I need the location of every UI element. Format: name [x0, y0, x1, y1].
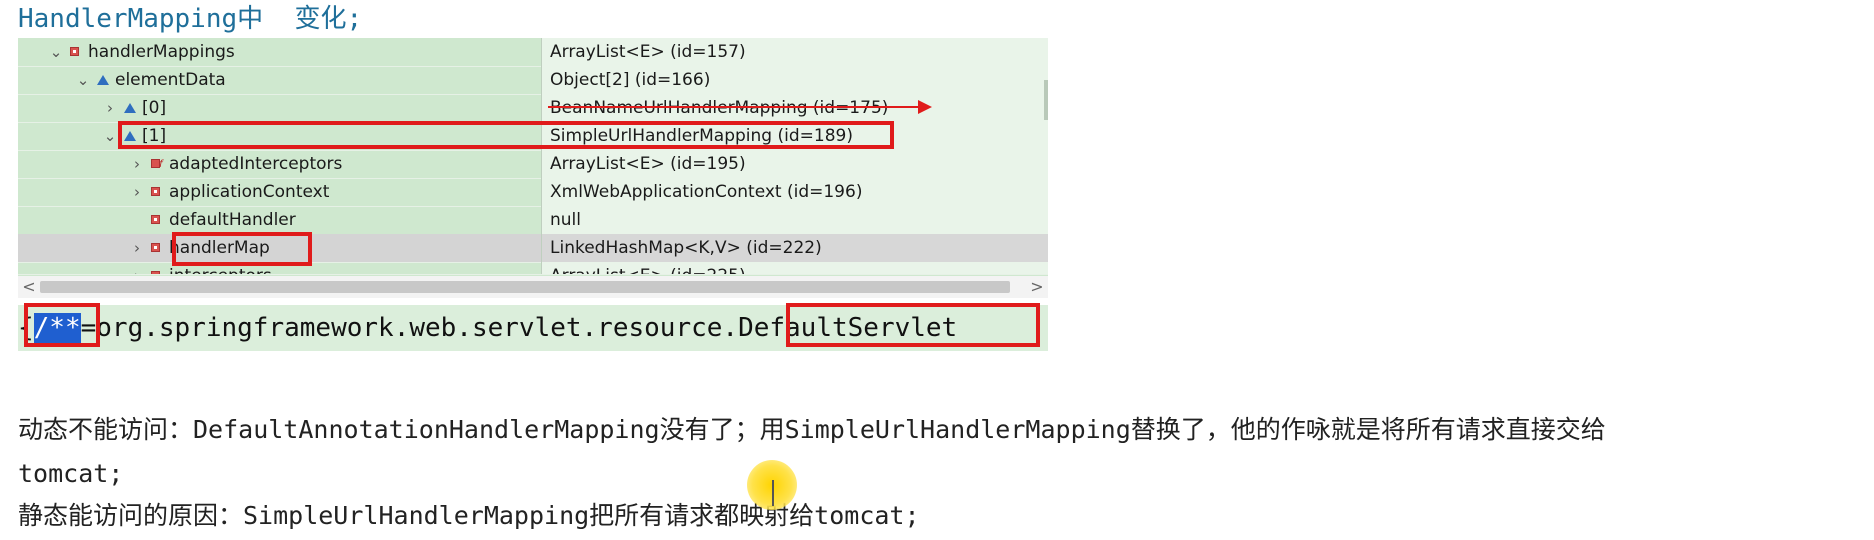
tree-row-name: [0]	[142, 98, 167, 118]
tree-row[interactable]: › applicationContext XmlWebApplicationCont…	[18, 178, 1048, 207]
tree-row-name-cell[interactable]: defaultHandler	[18, 206, 540, 234]
annotation-arrow-icon	[918, 100, 932, 114]
chevron-down-icon[interactable]: ⌄	[75, 66, 91, 94]
tree-row-value: XmlWebApplicationContext (id=196)	[541, 178, 1048, 206]
tree-row-name-cell[interactable]: › adaptedInterceptors	[18, 150, 540, 179]
tree-row-name: handlerMappings	[88, 42, 235, 62]
horizontal-scrollbar[interactable]: < >	[18, 276, 1048, 298]
tree-row[interactable]: defaultHandler null	[18, 206, 1048, 235]
tree-row-value: Object[2] (id=166)	[541, 66, 1048, 94]
private-field-icon	[151, 215, 160, 224]
final-field-icon	[151, 151, 163, 179]
private-field-icon	[151, 243, 160, 252]
tree-row[interactable]: › adaptedInterceptors ArrayList<E> (id=195…	[18, 150, 1048, 179]
tree-row-name-cell[interactable]: › applicationContext	[18, 178, 540, 206]
tree-row[interactable]: › [0] BeanNameUrlHandlerMapping (id=175)	[18, 94, 1048, 123]
vertical-scroll-thumb[interactable]	[1044, 80, 1048, 120]
scroll-right-icon[interactable]: >	[1026, 276, 1048, 298]
chevron-down-icon[interactable]: ⌄	[48, 38, 64, 66]
chevron-down-icon[interactable]: ⌄	[102, 122, 118, 150]
annotation-box-handlermap	[172, 232, 312, 266]
chevron-right-icon[interactable]: ›	[129, 262, 145, 274]
private-field-icon	[151, 271, 160, 274]
tree-row[interactable]: ⌄ elementData Object[2] (id=166)	[18, 66, 1048, 95]
tree-row-name: adaptedInterceptors	[169, 154, 343, 174]
protected-field-icon	[124, 103, 136, 113]
chevron-right-icon[interactable]: ›	[129, 234, 145, 262]
tree-row-value: ArrayList<E> (id=225)	[541, 262, 1048, 274]
annotation-box-element-1	[118, 121, 894, 149]
annotation-box-defaultservlet	[786, 303, 1040, 347]
tree-row-name: defaultHandler	[169, 210, 296, 230]
tree-row-value: null	[541, 206, 1048, 234]
private-field-icon	[151, 187, 160, 196]
note-line-2: tomcat;	[18, 459, 124, 488]
tree-row-value: BeanNameUrlHandlerMapping (id=175)	[541, 94, 1048, 122]
tree-row-name-cell[interactable]: ⌄ handlerMappings	[18, 38, 540, 66]
tree-row-name-cell[interactable]: ⌄ elementData	[18, 66, 540, 94]
tree-row-name: elementData	[115, 70, 226, 90]
tree-row-value: ArrayList<E> (id=157)	[541, 38, 1048, 66]
private-field-icon	[70, 47, 79, 56]
tree-row-name-cell[interactable]: › [0]	[18, 94, 540, 122]
page-heading: HandlerMapping中 变化;	[18, 4, 363, 34]
annotation-box-pattern	[24, 303, 100, 347]
text-cursor-icon	[772, 480, 774, 506]
chevron-right-icon[interactable]: ›	[102, 94, 118, 122]
tree-row-name: applicationContext	[169, 182, 330, 202]
note-line-1: 动态不能访问：DefaultAnnotationHandlerMapping没有…	[18, 415, 1606, 444]
tree-row-value: LinkedHashMap<K,V> (id=222)	[541, 234, 1048, 262]
protected-field-icon	[97, 75, 109, 85]
scroll-thumb[interactable]	[40, 281, 1010, 293]
chevron-right-icon[interactable]: ›	[129, 150, 145, 178]
tree-row[interactable]: ⌄ handlerMappings ArrayList<E> (id=157)	[18, 38, 1048, 67]
tree-row-value: ArrayList<E> (id=195)	[541, 150, 1048, 178]
chevron-right-icon[interactable]: ›	[129, 178, 145, 206]
annotation-arrow-line	[548, 106, 920, 108]
scroll-left-icon[interactable]: <	[18, 276, 40, 298]
